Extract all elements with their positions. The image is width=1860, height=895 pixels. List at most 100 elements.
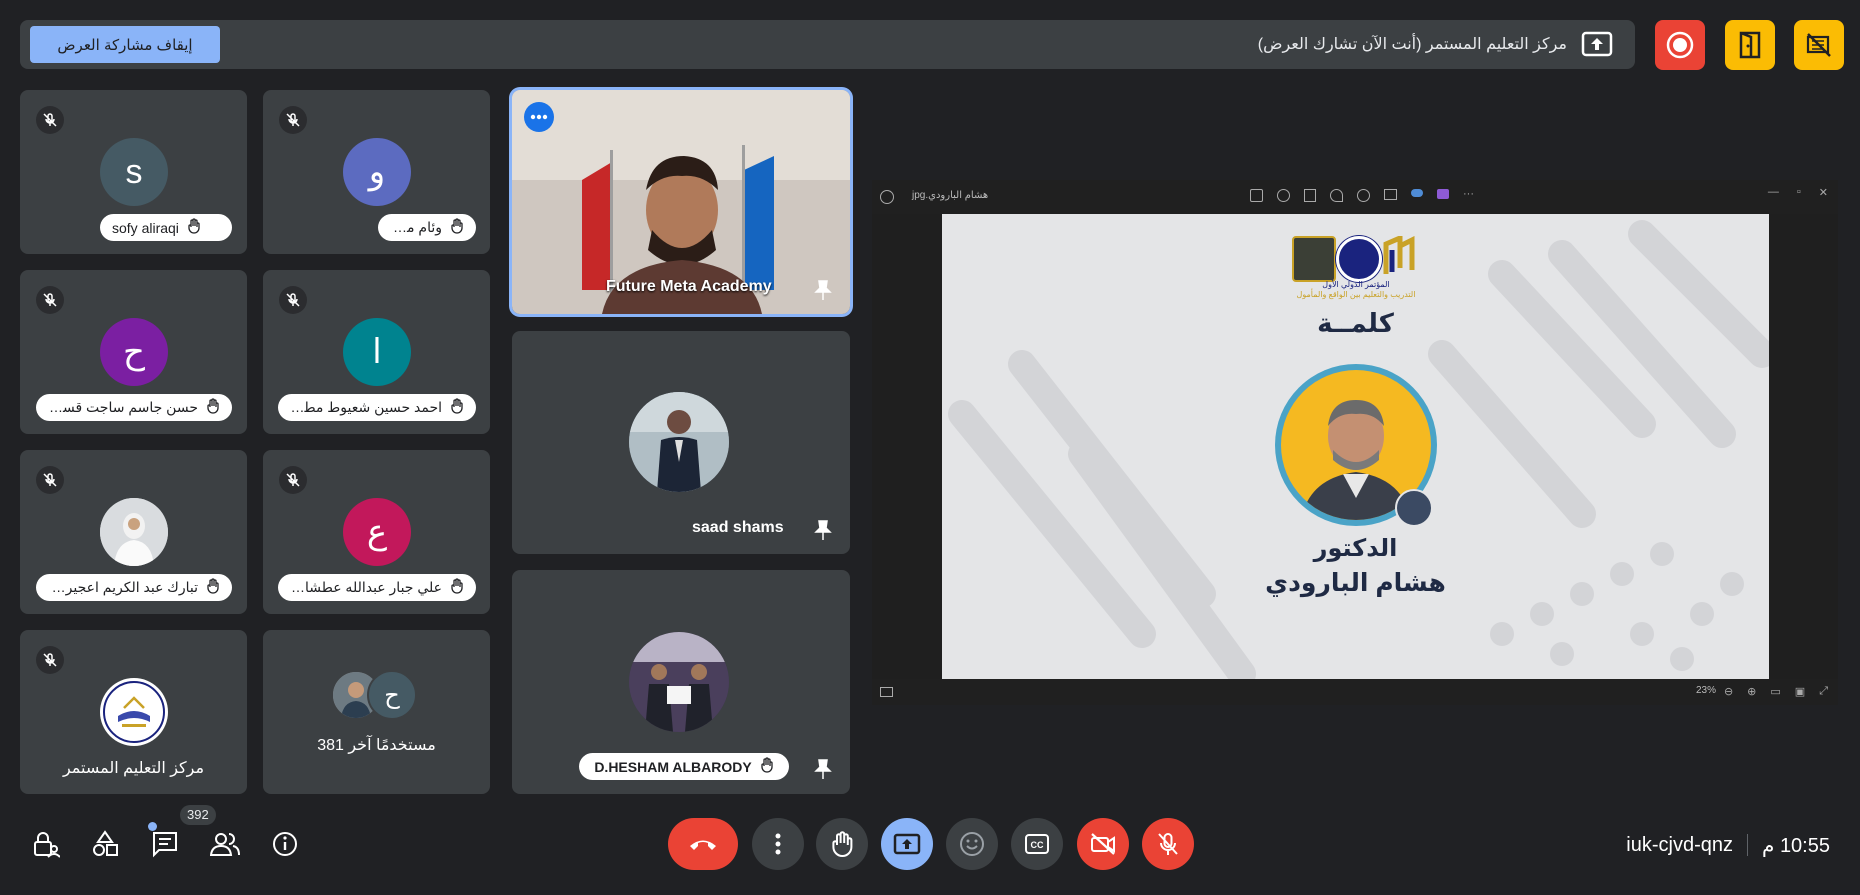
avatar: s (100, 138, 168, 206)
participant-tile[interactable]: s sofy aliraqi (20, 90, 247, 254)
mic-off-icon (279, 286, 307, 314)
maximize-icon[interactable]: ▫ (1797, 186, 1801, 199)
camera-off-icon (1091, 833, 1115, 855)
avatar: ا (343, 318, 411, 386)
present-now-button[interactable] (881, 818, 933, 870)
shared-screen[interactable]: هشام البارودي.jpg ··· — ▫ ✕ المؤتمر الدو… (872, 180, 1838, 705)
others-tile[interactable]: ح 381 مستخدمًا آخر (263, 630, 490, 794)
avatar: و (343, 138, 411, 206)
mic-off-icon (1158, 833, 1178, 855)
hide-tiles-button[interactable] (1794, 20, 1844, 70)
fullscreen-icon[interactable]: ⤢ (1819, 685, 1828, 698)
zoom-out-icon[interactable]: ⊖ (1724, 685, 1733, 698)
participant-tile[interactable]: ا احمد حسين شعيوط مطرود ... (263, 270, 490, 434)
leave-call-button[interactable] (668, 818, 738, 870)
door-icon (1739, 31, 1761, 59)
mic-off-icon (279, 106, 307, 134)
pin-icon[interactable] (813, 279, 833, 301)
camera-toggle-button[interactable] (1077, 818, 1129, 870)
chat-button[interactable] (148, 822, 181, 860)
participant-tile[interactable]: تبارك عبد الكريم اعجيري ... (20, 450, 247, 614)
fit-icon[interactable]: ▭ (1770, 685, 1780, 698)
record-icon (1666, 31, 1694, 59)
rotate-icon[interactable] (1277, 189, 1290, 202)
featured-participant-tile[interactable]: saad shams (512, 331, 850, 554)
zoom-controls: ⊖ ⊕ ▭ ▣ ⤢ (1724, 685, 1828, 698)
participant-name-pill: sofy aliraqi (100, 214, 232, 241)
featured-video-tile[interactable]: Future Meta Academy (512, 90, 850, 314)
speaker-mic-badge (1395, 489, 1433, 527)
close-icon[interactable]: ✕ (1819, 186, 1828, 199)
reactions-button[interactable] (946, 818, 998, 870)
svg-text:CC: CC (1031, 840, 1044, 850)
mic-toggle-button[interactable] (1142, 818, 1194, 870)
image-viewer-titlebar: هشام البارودي.jpg ··· — ▫ ✕ (872, 180, 1838, 214)
zoom-level: 23% (1695, 685, 1716, 696)
clipchamp-icon[interactable] (1437, 189, 1449, 199)
presenting-status-text: مركز التعليم المستمر (أنت الآن تشارك الع… (1257, 36, 1567, 53)
host-controls-button[interactable] (30, 828, 62, 860)
captions-button[interactable]: CC (1011, 818, 1063, 870)
participant-name: علي جبار عبدالله عطشان ... (290, 579, 442, 595)
academy-logo (1382, 234, 1416, 276)
avatar-initial: ح (123, 333, 145, 371)
stop-sharing-button[interactable]: إيقاف مشاركة العرض (30, 26, 220, 63)
conference-caption: المؤتمر الدولي الأول (1322, 280, 1390, 289)
actual-size-icon[interactable]: ▣ (1795, 685, 1805, 698)
raised-hand-icon (206, 398, 220, 417)
speaker-title: الدكتور (1313, 535, 1398, 562)
activities-button[interactable] (89, 828, 121, 860)
mic-off-icon (36, 286, 64, 314)
info-icon (273, 832, 297, 856)
meeting-details-button[interactable] (269, 828, 301, 860)
print-icon[interactable] (1384, 189, 1397, 200)
participant-name-pill: حسن جاسم ساجت قسم الاد... (36, 394, 232, 421)
avatar: ح (367, 670, 417, 720)
minimize-icon[interactable]: — (1768, 186, 1779, 199)
participant-name: تبارك عبد الكريم اعجيري ... (48, 579, 198, 595)
avatar-photo (629, 632, 729, 732)
favorite-icon[interactable] (1330, 189, 1343, 202)
participant-tile[interactable]: ع علي جبار عبدالله عطشان ... (263, 450, 490, 614)
shapes-icon (93, 830, 118, 856)
info-icon[interactable] (1357, 189, 1370, 202)
raised-hand-icon (450, 398, 464, 417)
recording-button[interactable] (1655, 20, 1705, 70)
center-logo-avatar (100, 678, 168, 746)
filmstrip-icon[interactable] (880, 687, 893, 697)
participant-tile[interactable]: و وئام مراد (263, 90, 490, 254)
more-icon[interactable]: ··· (1463, 189, 1474, 202)
raise-hand-icon (832, 831, 853, 857)
more-options-button[interactable] (752, 818, 804, 870)
more-vertical-icon (775, 833, 781, 855)
image-viewer-statusbar: 23% ⊖ ⊕ ▭ ▣ ⤢ (872, 679, 1838, 705)
presentation-slide: المؤتمر الدولي الأول التدريب والتعليم بي… (942, 214, 1769, 679)
pin-icon[interactable] (813, 758, 833, 780)
more-options-button[interactable] (524, 102, 554, 132)
edit-icon[interactable] (1250, 189, 1263, 202)
chat-icon (153, 832, 177, 858)
closed-captions-icon: CC (1025, 834, 1049, 854)
mic-off-icon (36, 106, 64, 134)
cloud-icon[interactable] (1411, 189, 1423, 197)
people-button[interactable] (209, 828, 241, 860)
participant-tile[interactable]: ح حسن جاسم ساجت قسم الاد... (20, 270, 247, 434)
featured-participant-tile[interactable]: D.HESHAM ALBARODY (512, 570, 850, 794)
slide-heading: كلمــة (1317, 308, 1394, 338)
no-video-grid-icon (1806, 33, 1831, 57)
present-screen-icon (893, 833, 921, 855)
pin-icon[interactable] (813, 519, 833, 541)
raise-hand-button[interactable] (816, 818, 868, 870)
participant-name: Future Meta Academy (606, 278, 772, 295)
raised-hand-icon (450, 578, 464, 597)
emoji-icon (960, 832, 984, 856)
raised-hand-icon (760, 757, 774, 776)
presenting-banner: إيقاف مشاركة العرض مركز التعليم المستمر … (20, 20, 1635, 69)
participant-tile[interactable]: مركز التعليم المستمر (20, 630, 247, 794)
avatar: ح (100, 318, 168, 386)
participant-name: D.HESHAM ALBARODY (594, 758, 752, 775)
avatar-photo (629, 392, 729, 492)
breakout-rooms-button[interactable] (1725, 20, 1775, 70)
zoom-in-icon[interactable]: ⊕ (1747, 685, 1756, 698)
delete-icon[interactable] (1304, 189, 1316, 202)
